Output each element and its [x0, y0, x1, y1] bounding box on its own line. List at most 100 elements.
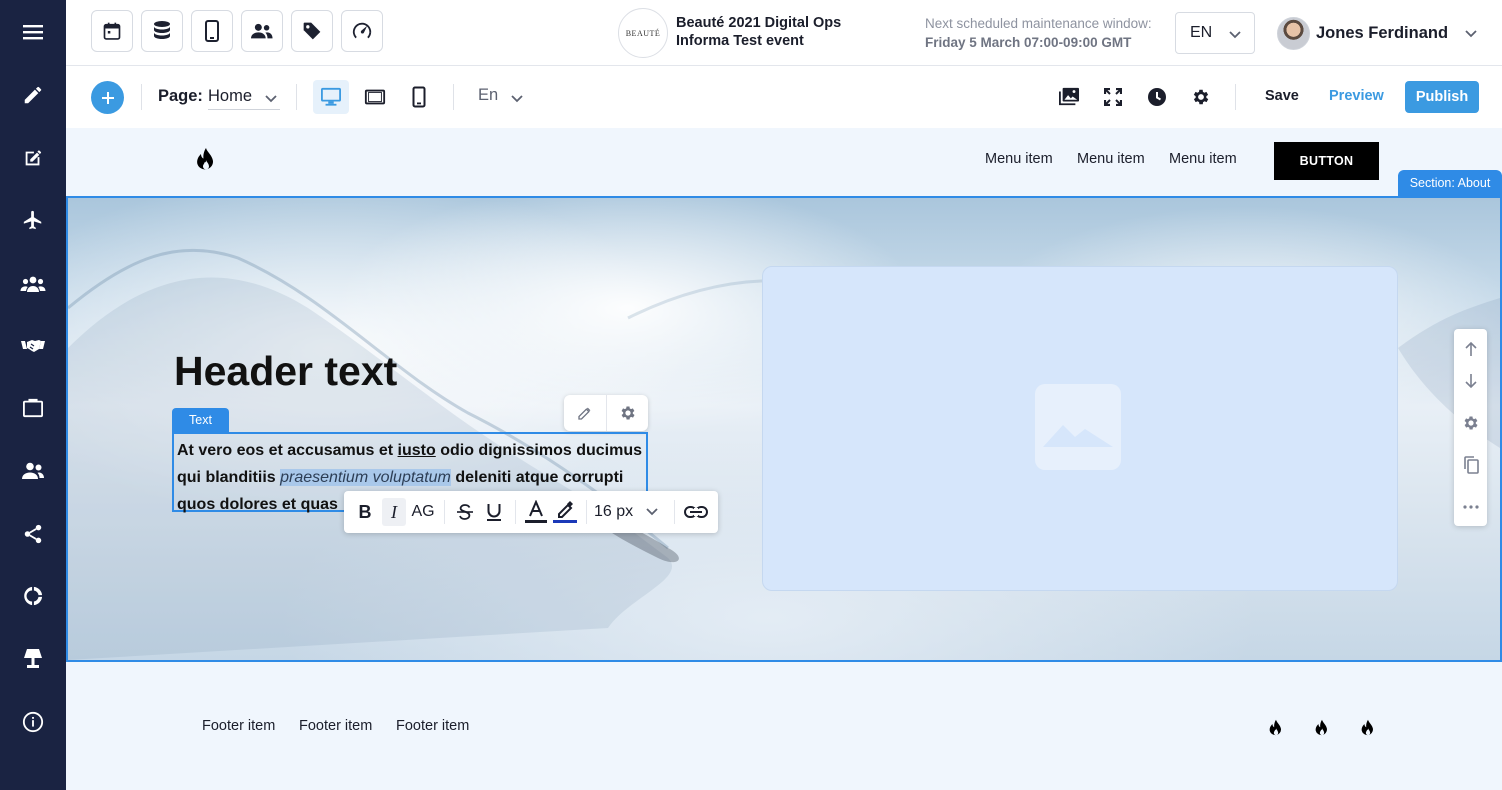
people-icon[interactable] — [241, 10, 283, 52]
section-side-tools — [1454, 329, 1487, 526]
desktop-icon — [321, 87, 341, 106]
plus-icon — [101, 91, 114, 104]
fullscreen-icon[interactable] — [1101, 85, 1125, 109]
add-button[interactable] — [91, 81, 124, 114]
arrow-down-icon[interactable] — [1454, 367, 1487, 395]
footer-item[interactable]: Footer item — [396, 718, 469, 734]
airplane-icon[interactable] — [0, 200, 66, 240]
settings-gear-icon[interactable] — [1189, 85, 1213, 109]
strikethrough-icon[interactable] — [452, 498, 478, 526]
element-settings-gear-icon[interactable] — [606, 395, 648, 431]
section-settings-gear-icon[interactable] — [1454, 409, 1487, 437]
left-sidebar — [0, 0, 66, 790]
divider — [515, 500, 516, 524]
preview-button[interactable]: Preview — [1319, 82, 1394, 112]
tag-icon[interactable] — [291, 10, 333, 52]
info-icon[interactable] — [0, 702, 66, 742]
uppercase-button[interactable]: AG — [410, 498, 436, 526]
divider — [444, 500, 445, 524]
edit-square-icon[interactable] — [0, 138, 66, 178]
footer-item[interactable]: Footer item — [299, 718, 372, 734]
page-select[interactable]: Home — [208, 84, 280, 110]
chevron-down-icon — [264, 92, 278, 106]
chevron-down-icon — [645, 505, 659, 519]
hero-title[interactable]: Header text — [174, 348, 397, 395]
mobile-view-button[interactable] — [401, 80, 437, 114]
top-bar: BEAUTÉ Beauté 2021 Digital Ops Informa T… — [66, 0, 1502, 66]
speedometer-icon[interactable] — [341, 10, 383, 52]
text-format-toolbar: B I AG 16 px — [344, 491, 718, 533]
chevron-down-icon — [510, 92, 524, 106]
underline-icon[interactable] — [481, 498, 507, 526]
calendar-icon[interactable] — [91, 10, 133, 52]
divider — [141, 84, 142, 110]
flame-social-icon[interactable] — [1267, 719, 1285, 739]
italic-button[interactable]: I — [382, 498, 406, 526]
save-button[interactable]: Save — [1254, 82, 1310, 112]
event-title-line1: Beauté 2021 Digital Ops — [676, 15, 842, 31]
event-logo: BEAUTÉ — [618, 8, 668, 58]
site-menu-item[interactable]: Menu item — [1169, 151, 1237, 167]
link-icon[interactable] — [682, 498, 710, 526]
image-icon — [1035, 384, 1121, 470]
handshake-icon[interactable] — [0, 326, 66, 366]
briefcase-icon[interactable] — [0, 388, 66, 428]
publish-button[interactable]: Publish — [1405, 81, 1479, 113]
language-select[interactable]: EN — [1175, 12, 1255, 54]
arrow-up-icon[interactable] — [1454, 335, 1487, 363]
editor-toolbar: Page: Home En Save Preview Publish — [66, 66, 1502, 128]
users-icon[interactable] — [0, 451, 66, 491]
edit-pencil-icon[interactable] — [564, 395, 606, 431]
highlight-color-icon[interactable] — [552, 498, 578, 526]
chart-ring-icon[interactable] — [0, 576, 66, 616]
share-icon[interactable] — [0, 514, 66, 554]
event-title-line2: Informa Test event — [676, 33, 804, 49]
site-menu-item[interactable]: Menu item — [985, 151, 1053, 167]
image-placeholder[interactable] — [762, 266, 1398, 591]
menu-icon[interactable] — [0, 12, 66, 52]
body-text: At vero eos et accusamus et — [177, 442, 398, 459]
chevron-down-icon — [1464, 26, 1478, 40]
bold-button[interactable]: B — [354, 498, 376, 526]
mobile-icon[interactable] — [191, 10, 233, 52]
history-clock-icon[interactable] — [1145, 85, 1169, 109]
hero-section[interactable]: Header text Text At vero eos et accusamu… — [66, 196, 1502, 662]
font-size-value: 16 px — [594, 503, 634, 520]
duplicate-icon[interactable] — [1454, 451, 1487, 479]
pencil-icon[interactable] — [0, 75, 66, 115]
user-name: Jones Ferdinand — [1316, 23, 1449, 42]
maintenance-time: Friday 5 March 07:00-09:00 GMT — [925, 35, 1132, 50]
flame-social-icon[interactable] — [1359, 719, 1377, 739]
divider — [1235, 84, 1236, 110]
section-tag[interactable]: Section: About — [1398, 170, 1502, 196]
divider — [674, 500, 675, 524]
divider — [586, 500, 587, 524]
more-options-icon[interactable] — [1454, 493, 1487, 521]
language-value: EN — [1190, 24, 1213, 41]
font-size-select[interactable]: 16 px — [594, 498, 662, 526]
locale-select[interactable]: En — [478, 86, 524, 105]
user-menu[interactable]: Jones Ferdinand — [1277, 16, 1478, 50]
site-cta-button[interactable]: BUTTON — [1274, 142, 1379, 180]
divider — [296, 84, 297, 110]
text-color-icon[interactable] — [523, 498, 549, 526]
database-icon[interactable] — [141, 10, 183, 52]
text-element-tag[interactable]: Text — [172, 408, 229, 432]
media-library-icon[interactable] — [1057, 85, 1081, 109]
tablet-view-button[interactable] — [357, 80, 393, 114]
flame-logo-icon[interactable] — [194, 147, 218, 175]
footer-item[interactable]: Footer item — [202, 718, 275, 734]
event-title: Beauté 2021 Digital Ops Informa Test eve… — [676, 14, 841, 50]
body-text-underlined: iusto — [397, 442, 436, 459]
site-header[interactable]: Menu item Menu item Menu item BUTTON — [66, 128, 1502, 196]
site-footer[interactable]: Footer item Footer item Footer item — [66, 662, 1502, 790]
lamp-icon[interactable] — [0, 639, 66, 679]
group-icon[interactable] — [0, 264, 66, 304]
avatar — [1277, 16, 1310, 50]
body-text-selection: praesentium voluptatum — [280, 469, 451, 486]
flame-social-icon[interactable] — [1313, 719, 1331, 739]
site-menu-item[interactable]: Menu item — [1077, 151, 1145, 167]
page-label: Page: — [158, 87, 203, 105]
desktop-view-button[interactable] — [313, 80, 349, 114]
divider — [453, 84, 454, 110]
